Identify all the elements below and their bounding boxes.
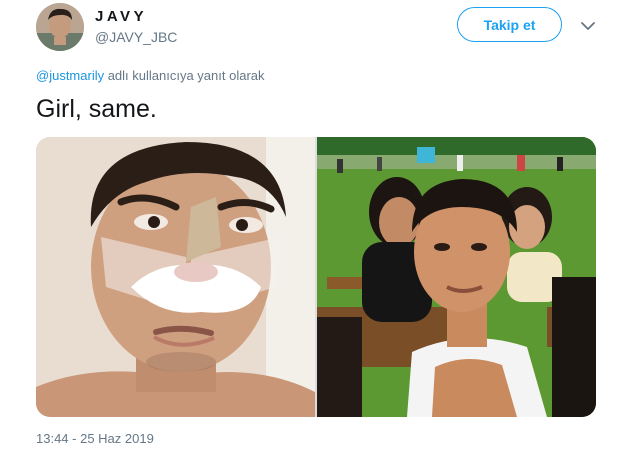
mention-link[interactable]: @justmarily	[36, 68, 104, 83]
display-name[interactable]: JAVY	[95, 8, 147, 25]
reply-context-text: adlı kullanıcıya yanıt olarak	[104, 68, 265, 83]
reply-context: @justmarily adlı kullanıcıya yanıt olara…	[36, 68, 265, 83]
chevron-down-icon[interactable]	[578, 16, 598, 36]
photo-festival-crowd[interactable]	[317, 137, 596, 417]
photo-selfie-bandaged-nose[interactable]	[36, 137, 315, 417]
tweet-timestamp[interactable]: 13:44 - 25 Haz 2019	[36, 431, 154, 446]
follow-button[interactable]: Takip et	[457, 7, 562, 42]
avatar[interactable]	[36, 3, 84, 51]
user-handle[interactable]: @JAVY_JBC	[95, 29, 177, 45]
media-grid	[36, 137, 596, 417]
tweet-text: Girl, same.	[36, 95, 157, 123]
